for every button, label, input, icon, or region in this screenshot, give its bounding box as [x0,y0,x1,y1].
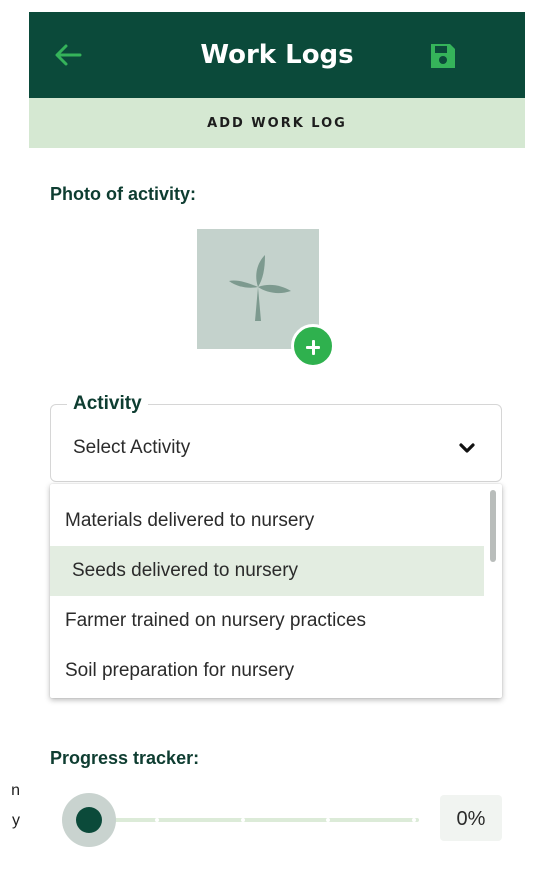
activity-option-selected[interactable]: Seeds delivered to nursery [50,546,484,596]
activity-option[interactable]: Farmer trained on nursery practices [50,596,484,646]
app-bar: Work Logs [29,12,525,98]
activity-value: Select Activity [73,437,191,458]
activity-option[interactable]: Soil preparation for nursery [50,646,484,696]
activity-dropdown: Materials delivered to nursery Seeds del… [50,484,502,698]
work-logs-screen: Work Logs ADD WORK LOG Photo of activity… [29,12,525,872]
progress-slider-track[interactable] [89,818,419,822]
dropdown-scrollbar[interactable] [490,490,496,562]
slider-tick [326,818,330,822]
photo-label: Photo of activity: [50,184,197,204]
progress-label: Progress tracker: [50,748,200,768]
progress-slider-thumb[interactable] [76,807,102,833]
activity-select[interactable]: Activity Select Activity [50,393,502,482]
chevron-down-icon [459,443,475,453]
activity-label: Activity [67,393,148,415]
slider-tick [155,818,159,822]
activity-option[interactable]: Materials delivered to nursery [50,496,484,546]
add-photo-button[interactable] [291,324,335,368]
slider-tick [412,818,416,822]
add-work-log-header: ADD WORK LOG [29,98,525,148]
background-text-2: y [12,812,20,829]
sprout-icon [229,255,291,321]
progress-value: 0% [440,795,502,841]
slider-tick [241,818,245,822]
floppy-disk-icon [431,44,455,68]
save-button[interactable] [429,42,457,70]
background-text-1: n [11,782,20,799]
